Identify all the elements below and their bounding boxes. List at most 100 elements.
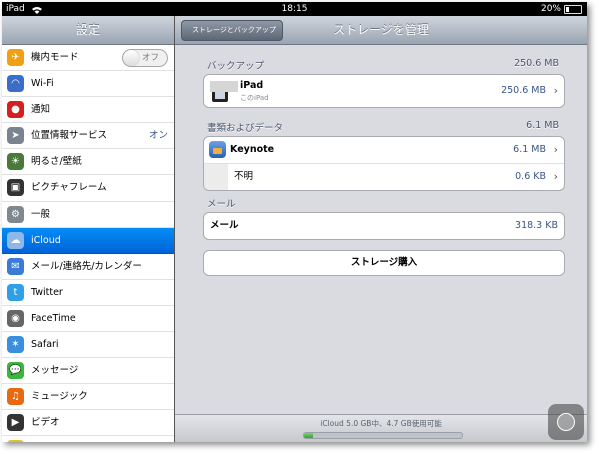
toggle-state-label: オフ bbox=[142, 53, 160, 63]
storage-usage-fill bbox=[304, 433, 314, 438]
sidebar-item-brightness[interactable]: ☀ 明るさ/壁紙 bbox=[2, 149, 174, 176]
buy-storage-button[interactable]: ストレージ購入 bbox=[203, 250, 565, 276]
chevron-right-icon: › bbox=[553, 170, 558, 183]
video-icon: ▶ bbox=[7, 414, 24, 432]
sidebar-item-label: ビデオ bbox=[31, 417, 60, 429]
battery-percent: 20% bbox=[540, 4, 561, 14]
docs-row-keynote[interactable]: Keynote 6.1 MB › bbox=[204, 137, 564, 164]
docs-group: Keynote 6.1 MB › 不明 0.6 KB › bbox=[203, 136, 565, 191]
docs-row-size: 6.1 MB bbox=[513, 144, 546, 155]
safari-icon: ✶ bbox=[7, 336, 24, 354]
sidebar-item-label: Wi-Fi bbox=[31, 78, 54, 90]
sidebar-item-label: Safari bbox=[31, 339, 59, 351]
sidebar-item-label: 写真 bbox=[31, 436, 50, 442]
sidebar-item-icloud[interactable]: ☁ iCloud bbox=[2, 227, 174, 254]
notifications-icon: ● bbox=[7, 101, 24, 119]
sidebar-item-label: FaceTime bbox=[31, 312, 76, 324]
sidebar-item-safari[interactable]: ✶ Safari bbox=[2, 332, 174, 359]
facetime-icon: ◉ bbox=[7, 309, 24, 327]
docs-header-label: 書類およびデータ bbox=[207, 123, 284, 134]
sidebar-item-value: オン bbox=[148, 130, 168, 142]
sidebar-item-label: 一般 bbox=[31, 208, 51, 220]
backup-header-label: バックアップ bbox=[207, 61, 265, 72]
ipad-backup-row[interactable]: iPad このiPad 250.6 MB › bbox=[204, 75, 564, 107]
mail-section-header: メール bbox=[207, 196, 559, 210]
docs-row-size: 0.6 KB bbox=[515, 171, 546, 182]
sidebar-item-label: ピクチャフレーム bbox=[31, 182, 107, 194]
storage-usage-bar bbox=[303, 432, 463, 439]
sidebar-item-label: 位置情報サービス bbox=[31, 130, 108, 142]
nav-bar: ストレージとバックアップ ストレージを管理 bbox=[175, 16, 587, 45]
sidebar-title: 設定 bbox=[2, 16, 174, 45]
mail-row-label: メール bbox=[210, 220, 239, 231]
status-bar: iPad 18:15 20% bbox=[2, 2, 587, 16]
device-size: 250.6 MB bbox=[501, 85, 546, 96]
sidebar-item-messages[interactable]: 💬 メッセージ bbox=[2, 358, 174, 385]
mail-row: メール 318.3 KB bbox=[204, 213, 564, 239]
backup-total: 250.6 MB bbox=[514, 58, 559, 69]
sidebar-item-label: メッセージ bbox=[31, 365, 79, 377]
wifi-icon: ◠ bbox=[7, 75, 24, 93]
sidebar-item-label: ミュージック bbox=[31, 391, 88, 403]
docs-section-header: 書類およびデータ 6.1 MB bbox=[207, 120, 559, 134]
docs-row-label: 不明 bbox=[234, 171, 254, 182]
assistive-touch-icon bbox=[557, 413, 575, 431]
sidebar-list: ✈ 機内モード オフ ◠ Wi-Fi ● 通知 ➤ 位置情報サービス オン ☀ 明るさ/壁紙 ▣ ピクチャ… bbox=[2, 45, 174, 442]
location-icon: ➤ bbox=[7, 127, 24, 145]
sidebar-item-airplane[interactable]: ✈ 機内モード オフ bbox=[2, 45, 174, 72]
mail-header-label: メール bbox=[207, 199, 236, 210]
sidebar-item-video[interactable]: ▶ ビデオ bbox=[2, 410, 174, 437]
sidebar-item-label: メール/連絡先/カレンダー bbox=[31, 260, 142, 272]
sidebar-item-wifi[interactable]: ◠ Wi-Fi bbox=[2, 71, 174, 98]
backup-section-header: バックアップ 250.6 MB bbox=[207, 58, 559, 72]
ipad-screen: iPad 18:15 20% 設定 ✈ 機内モード オフ ◠ Wi-Fi ● 通知 ➤ 位置情報… bbox=[2, 2, 587, 442]
brightness-icon: ☀ bbox=[7, 153, 24, 171]
clock: 18:15 bbox=[281, 4, 308, 14]
sidebar-item-label: Twitter bbox=[31, 286, 63, 298]
toggle-knob bbox=[123, 50, 139, 66]
keynote-icon bbox=[209, 141, 226, 158]
messages-icon: 💬 bbox=[7, 362, 24, 380]
airplane-icon: ✈ bbox=[7, 49, 24, 66]
mail-icon: ✉ bbox=[7, 257, 24, 275]
sidebar-item-label: 機内モード bbox=[31, 52, 79, 63]
mail-row-size: 318.3 KB bbox=[515, 220, 558, 231]
assistive-touch-button[interactable] bbox=[548, 404, 584, 440]
sidebar-item-photos[interactable]: ✿ 写真 bbox=[2, 436, 174, 442]
docs-total: 6.1 MB bbox=[526, 120, 559, 131]
device-subtitle: このiPad bbox=[240, 94, 269, 102]
sidebar-item-label: iCloud bbox=[31, 234, 61, 246]
settings-sidebar: 設定 ✈ 機内モード オフ ◠ Wi-Fi ● 通知 ➤ 位置情報サービス オン ☀ 明るさ/壁紙 ▣ ピ… bbox=[2, 16, 175, 442]
photos-icon: ✿ bbox=[7, 440, 24, 442]
sidebar-item-music[interactable]: ♫ ミュージック bbox=[2, 384, 174, 411]
sidebar-item-notifications[interactable]: ● 通知 bbox=[2, 97, 174, 124]
picture-frame-icon: ▣ bbox=[7, 179, 24, 197]
sidebar-item-location[interactable]: ➤ 位置情報サービス オン bbox=[2, 123, 174, 150]
mail-group: メール 318.3 KB bbox=[203, 212, 565, 240]
sidebar-item-picture-frame[interactable]: ▣ ピクチャフレーム bbox=[2, 175, 174, 202]
twitter-icon: t bbox=[7, 283, 24, 301]
docs-row-unknown[interactable]: 不明 0.6 KB › bbox=[204, 164, 564, 190]
chevron-right-icon: › bbox=[553, 143, 558, 156]
screenshot-frame: iPad 18:15 20% 設定 ✈ 機内モード オフ ◠ Wi-Fi ● 通知 ➤ 位置情報… bbox=[0, 0, 600, 454]
unknown-app-icon bbox=[204, 164, 228, 190]
chevron-right-icon: › bbox=[553, 84, 558, 97]
storage-footer: iCloud 5.0 GB中、4.7 GB使用可能 bbox=[175, 414, 587, 442]
storage-panel: ストレージとバックアップ ストレージを管理 バックアップ 250.6 MB iP… bbox=[175, 16, 587, 442]
gear-icon: ⚙ bbox=[7, 205, 24, 223]
backup-group: iPad このiPad 250.6 MB › bbox=[203, 74, 565, 108]
sidebar-item-label: 明るさ/壁紙 bbox=[31, 156, 82, 168]
redacted-name bbox=[210, 81, 238, 92]
sidebar-item-gear[interactable]: ⚙ 一般 bbox=[2, 202, 174, 228]
sidebar-item-label: 通知 bbox=[31, 104, 51, 116]
sidebar-item-twitter[interactable]: t Twitter bbox=[2, 280, 174, 306]
sidebar-item-facetime[interactable]: ◉ FaceTime bbox=[2, 306, 174, 333]
page-title: ストレージを管理 bbox=[333, 23, 429, 37]
icloud-icon: ☁ bbox=[7, 231, 24, 249]
battery-icon bbox=[564, 5, 582, 14]
docs-row-label: Keynote bbox=[230, 144, 275, 155]
storage-summary: iCloud 5.0 GB中、4.7 GB使用可能 bbox=[320, 419, 442, 428]
airplane-mode-toggle[interactable]: オフ bbox=[122, 49, 168, 67]
music-icon: ♫ bbox=[7, 388, 24, 406]
sidebar-item-mail[interactable]: ✉ メール/連絡先/カレンダー bbox=[2, 254, 174, 280]
